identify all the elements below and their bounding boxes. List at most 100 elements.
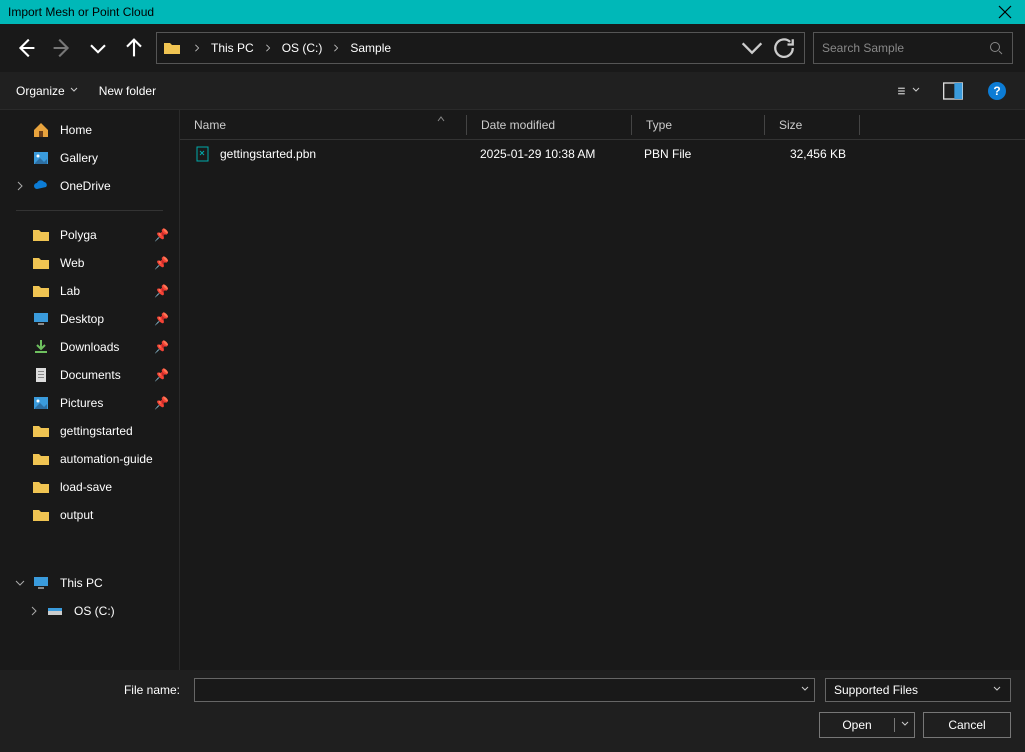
list-view-icon <box>897 86 907 96</box>
sidebar-item-folder[interactable]: output <box>0 501 179 529</box>
pin-icon: 📌 <box>154 312 169 326</box>
sort-indicator-icon <box>436 113 446 127</box>
sidebar-label: Documents <box>60 368 144 382</box>
sidebar-label: Home <box>60 123 179 137</box>
column-header-type[interactable]: Type <box>632 110 764 139</box>
sidebar-item-pictures[interactable]: Pictures 📌 <box>0 389 179 417</box>
arrow-right-icon <box>48 34 76 62</box>
pictures-icon <box>32 394 50 412</box>
sidebar-item-desktop[interactable]: Desktop 📌 <box>0 305 179 333</box>
sidebar-separator <box>16 210 163 211</box>
pin-icon: 📌 <box>154 396 169 410</box>
help-icon: ? <box>988 82 1006 100</box>
expand-toggle[interactable] <box>14 578 26 588</box>
sidebar-item-folder[interactable]: load-save <box>0 473 179 501</box>
sidebar-item-folder[interactable]: Lab 📌 <box>0 277 179 305</box>
preview-pane-icon <box>941 79 965 103</box>
close-button[interactable] <box>985 0 1025 24</box>
filename-label: File name: <box>14 683 184 697</box>
cancel-label: Cancel <box>948 718 985 732</box>
sidebar-label: Web <box>60 256 144 270</box>
up-button[interactable] <box>120 34 148 62</box>
breadcrumb-drive[interactable]: OS (C:) <box>278 39 327 57</box>
column-label: Date modified <box>481 118 555 132</box>
preview-pane-button[interactable] <box>941 79 965 103</box>
chevron-right-icon <box>15 181 25 191</box>
sidebar-label: Desktop <box>60 312 144 326</box>
view-menu[interactable] <box>897 79 921 103</box>
organize-menu[interactable]: Organize <box>16 84 79 98</box>
folder-icon <box>32 282 50 300</box>
chevron-down-icon <box>992 683 1002 697</box>
folder-icon <box>32 422 50 440</box>
sidebar-item-downloads[interactable]: Downloads 📌 <box>0 333 179 361</box>
column-headers: Name Date modified Type Size <box>180 110 1025 140</box>
expand-toggle[interactable] <box>28 606 40 616</box>
sidebar-item-home[interactable]: Home <box>0 116 179 144</box>
help-button[interactable]: ? <box>985 79 1009 103</box>
toolbar: Organize New folder ? <box>0 72 1025 110</box>
sidebar-item-folder[interactable]: Polyga 📌 <box>0 221 179 249</box>
chevron-down-icon <box>900 718 910 732</box>
column-label: Size <box>779 118 802 132</box>
folder-icon <box>32 226 50 244</box>
chevron-right-icon <box>29 606 39 616</box>
window-title: Import Mesh or Point Cloud <box>8 5 154 19</box>
refresh-button[interactable] <box>770 34 798 62</box>
pin-icon: 📌 <box>154 340 169 354</box>
cancel-button[interactable]: Cancel <box>923 712 1011 738</box>
sidebar[interactable]: Home Gallery OneDrive Polyga 📌 Web 📌 Lab… <box>0 110 180 670</box>
search-input[interactable] <box>822 41 988 55</box>
file-type-filter[interactable]: Supported Files <box>825 678 1011 702</box>
sidebar-item-folder[interactable]: automation-guide <box>0 445 179 473</box>
chevron-down-icon[interactable] <box>800 683 810 697</box>
column-separator[interactable] <box>859 115 860 135</box>
sidebar-label: Polyga <box>60 228 144 242</box>
open-split-dropdown[interactable] <box>894 718 914 732</box>
folder-icon <box>32 450 50 468</box>
address-dropdown[interactable] <box>738 34 766 62</box>
expand-toggle[interactable] <box>14 181 26 191</box>
breadcrumb-this-pc[interactable]: This PC <box>207 39 258 57</box>
pin-icon: 📌 <box>154 284 169 298</box>
recent-dropdown[interactable] <box>84 34 112 62</box>
filename-input[interactable] <box>194 678 815 702</box>
sidebar-label: Gallery <box>60 151 179 165</box>
sidebar-label: gettingstarted <box>60 424 179 438</box>
main-area: Home Gallery OneDrive Polyga 📌 Web 📌 Lab… <box>0 110 1025 670</box>
search-box[interactable] <box>813 32 1013 64</box>
sidebar-item-folder[interactable]: Web 📌 <box>0 249 179 277</box>
open-button[interactable]: Open <box>819 712 915 738</box>
sidebar-label: load-save <box>60 480 179 494</box>
chevron-right-icon <box>191 44 203 52</box>
file-row[interactable]: gettingstarted.pbn 2025-01-29 10:38 AM P… <box>180 140 1025 168</box>
file-list[interactable]: gettingstarted.pbn 2025-01-29 10:38 AM P… <box>180 140 1025 670</box>
sidebar-item-folder[interactable]: gettingstarted <box>0 417 179 445</box>
sidebar-item-this-pc[interactable]: This PC <box>0 569 179 597</box>
sidebar-label: Lab <box>60 284 144 298</box>
sidebar-label: OS (C:) <box>74 604 179 618</box>
sidebar-item-onedrive[interactable]: OneDrive <box>0 172 179 200</box>
back-button[interactable] <box>12 34 40 62</box>
chevron-down-icon <box>84 34 112 62</box>
close-icon <box>998 5 1012 19</box>
column-header-size[interactable]: Size <box>765 110 859 139</box>
breadcrumb-folder[interactable]: Sample <box>346 39 395 57</box>
sidebar-item-gallery[interactable]: Gallery <box>0 144 179 172</box>
sidebar-item-documents[interactable]: Documents 📌 <box>0 361 179 389</box>
refresh-icon <box>770 34 798 62</box>
column-header-name[interactable]: Name <box>180 110 466 139</box>
sidebar-item-drive[interactable]: OS (C:) <box>0 597 179 625</box>
footer: File name: Supported Files Open Cancel <box>0 670 1025 752</box>
arrow-left-icon <box>12 34 40 62</box>
address-bar[interactable]: This PC OS (C:) Sample <box>156 32 805 64</box>
onedrive-icon <box>32 177 50 195</box>
column-header-date[interactable]: Date modified <box>467 110 631 139</box>
pin-icon: 📌 <box>154 368 169 382</box>
sidebar-label: This PC <box>60 576 179 590</box>
new-folder-button[interactable]: New folder <box>99 84 156 98</box>
folder-icon <box>32 254 50 272</box>
search-icon <box>988 40 1004 56</box>
forward-button[interactable] <box>48 34 76 62</box>
column-label: Name <box>194 118 226 132</box>
